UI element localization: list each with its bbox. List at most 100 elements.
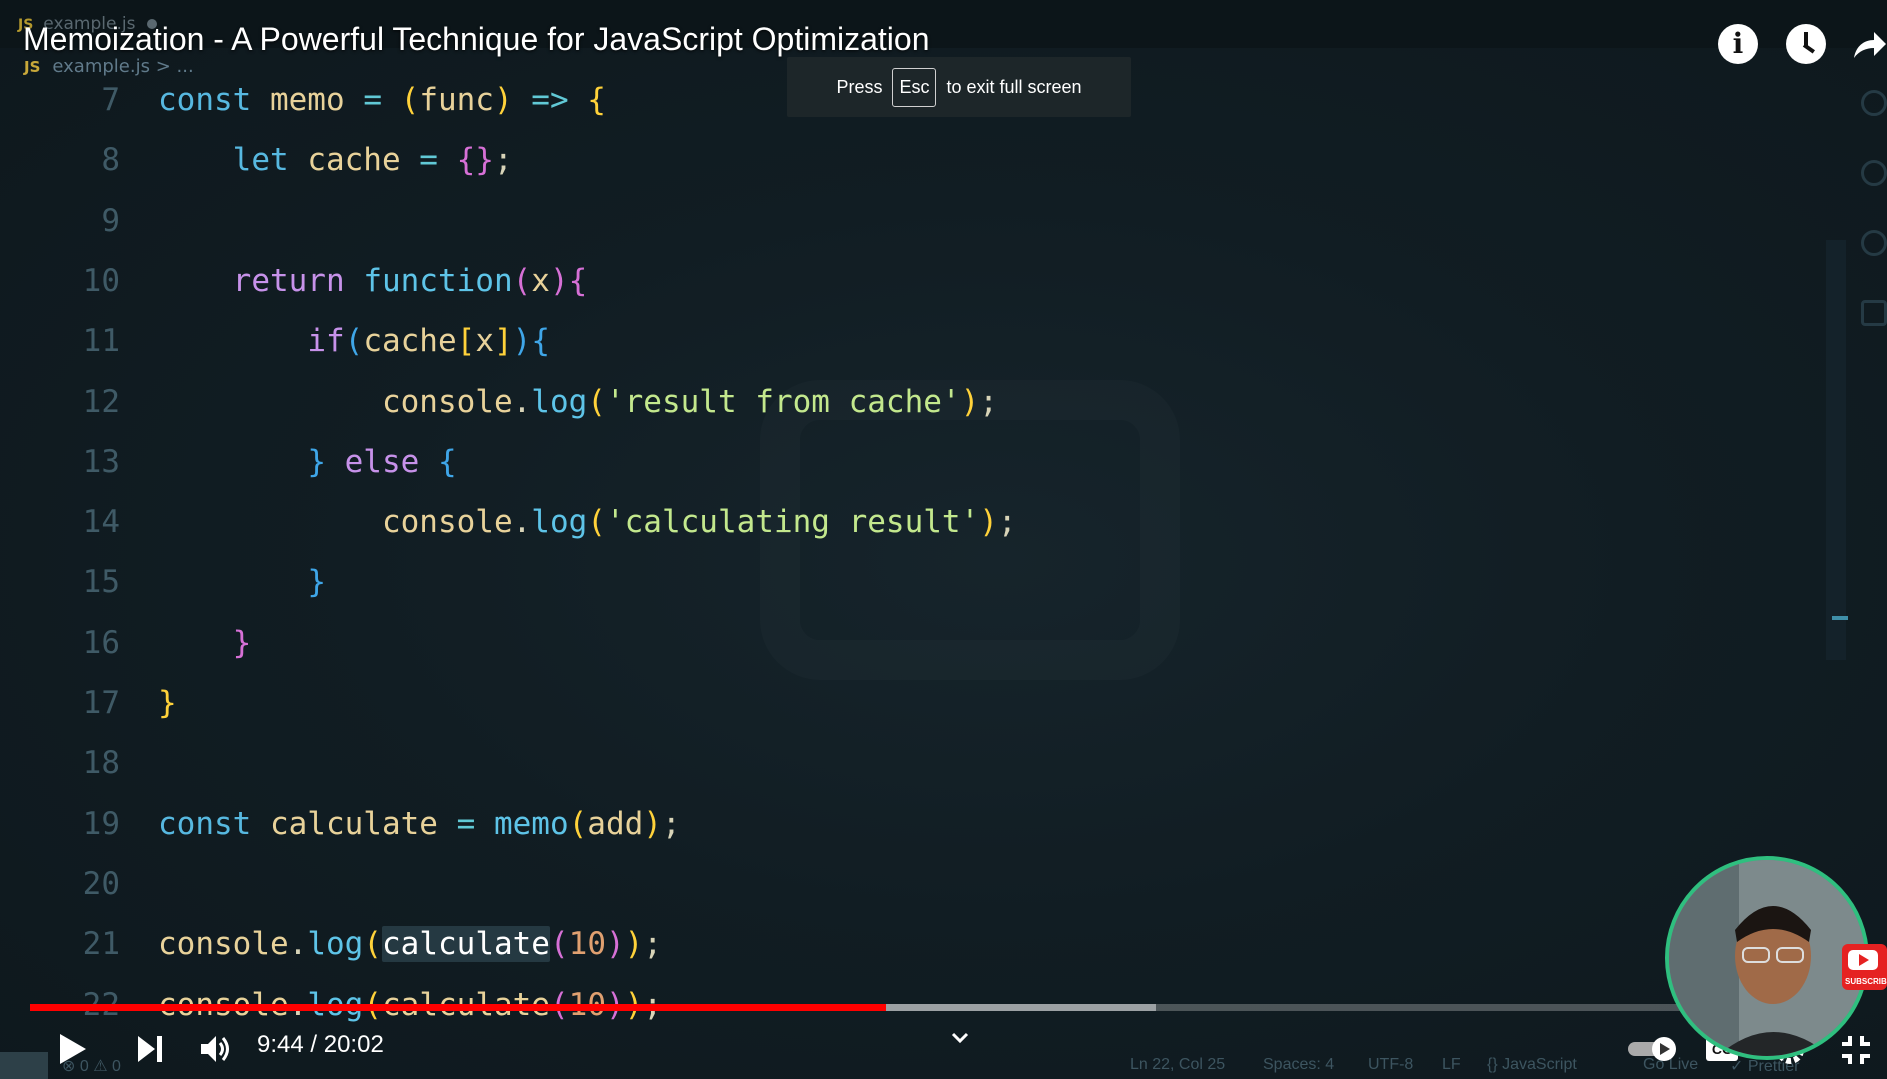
code-token: else bbox=[344, 443, 438, 480]
code-token: { bbox=[437, 443, 457, 480]
code-token: function bbox=[363, 262, 513, 299]
code-token: { bbox=[531, 323, 550, 360]
code-line[interactable]: 17} bbox=[0, 673, 1830, 733]
code-token: memo bbox=[493, 805, 569, 842]
scrollbar-track[interactable] bbox=[1826, 240, 1846, 660]
activity-bar bbox=[1847, 60, 1887, 360]
debug-icon[interactable] bbox=[1861, 230, 1887, 256]
code-token: . bbox=[288, 926, 308, 963]
fullscreen-toast: Press Esc to exit full screen bbox=[787, 57, 1131, 117]
code-token: 'calculating result' bbox=[605, 504, 980, 541]
code-token: ( bbox=[344, 323, 364, 360]
esc-key-badge: Esc bbox=[892, 67, 937, 107]
code-token: ( bbox=[587, 504, 606, 541]
code-token: } bbox=[158, 685, 177, 721]
code-token: ( bbox=[363, 926, 382, 963]
line-source: return function(x){ bbox=[158, 251, 588, 311]
code-token: ; bbox=[643, 926, 662, 963]
code-line[interactable]: 18 bbox=[0, 733, 1830, 793]
code-token: ) bbox=[979, 504, 998, 541]
code-line[interactable]: 10 return function(x){ bbox=[0, 251, 1830, 311]
code-line[interactable]: 19 const calculate = memo(add); bbox=[0, 794, 1830, 854]
progress-bar[interactable] bbox=[30, 1004, 1790, 1011]
code-token: = bbox=[363, 82, 401, 118]
code-token: ( bbox=[512, 262, 532, 299]
line-source: } bbox=[158, 673, 177, 733]
code-token: ) bbox=[643, 805, 662, 842]
code-token: x bbox=[475, 323, 494, 360]
code-token: func bbox=[419, 82, 494, 118]
code-token: ( bbox=[400, 82, 420, 118]
info-icon[interactable]: i bbox=[1718, 24, 1758, 64]
code-token: log bbox=[307, 926, 364, 963]
exit-fullscreen-icon[interactable] bbox=[1840, 1034, 1872, 1066]
line-number: 18 bbox=[82, 745, 120, 782]
code-token: console bbox=[381, 383, 513, 420]
clock-icon[interactable] bbox=[1786, 24, 1826, 64]
code-token: ] bbox=[493, 323, 513, 360]
search-icon[interactable] bbox=[1861, 90, 1887, 116]
code-token: memo bbox=[269, 82, 364, 118]
code-line[interactable]: 9 bbox=[0, 191, 1830, 251]
code-line[interactable]: 16 } bbox=[0, 613, 1830, 673]
line-number: 15 bbox=[82, 564, 120, 601]
line-number: 14 bbox=[82, 504, 120, 541]
code-line[interactable]: 13 } else { bbox=[0, 432, 1830, 492]
next-icon[interactable] bbox=[136, 1034, 164, 1064]
line-number: 17 bbox=[82, 685, 120, 721]
code-token: let bbox=[232, 142, 308, 179]
code-token: 10 bbox=[568, 926, 606, 963]
line-source: console.log('calculating result'); bbox=[158, 492, 1017, 552]
code-token: ) bbox=[960, 383, 980, 420]
code-token: ; bbox=[661, 805, 681, 842]
code-line[interactable]: 20 bbox=[0, 854, 1830, 914]
code-token: x bbox=[531, 262, 550, 299]
line-number: 9 bbox=[101, 202, 120, 239]
code-editor: JS example.js JS example.js > ... 7 const m… bbox=[0, 0, 1887, 1079]
channel-avatar-overlay[interactable] bbox=[1665, 856, 1869, 1060]
line-number: 20 bbox=[82, 865, 120, 902]
video-title[interactable]: Memoization - A Powerful Technique for J… bbox=[23, 21, 930, 58]
toast-suffix-text: to exit full screen bbox=[946, 76, 1082, 97]
chevron-down-icon[interactable] bbox=[951, 1032, 969, 1044]
code-token: ( bbox=[587, 383, 606, 420]
code-token: => bbox=[512, 82, 588, 118]
code-line[interactable]: 8 let cache = {}; bbox=[0, 130, 1830, 190]
autoplay-toggle[interactable] bbox=[1626, 1036, 1680, 1062]
code-token: cache bbox=[307, 142, 420, 179]
code-token: log bbox=[531, 383, 588, 420]
source-control-icon[interactable] bbox=[1861, 160, 1887, 186]
code-token: { bbox=[587, 82, 606, 118]
code-token: } bbox=[232, 624, 252, 661]
line-number: 10 bbox=[82, 262, 120, 299]
code-token: ) bbox=[512, 323, 532, 360]
line-source: const calculate = memo(add); bbox=[158, 794, 681, 854]
code-line[interactable]: 11 if(cache[x]){ bbox=[0, 311, 1830, 371]
code-token: = bbox=[419, 142, 457, 179]
toast-press-text: Press bbox=[836, 76, 883, 97]
extensions-icon[interactable] bbox=[1861, 300, 1887, 326]
code-token: add bbox=[587, 805, 644, 842]
code-line[interactable]: 21 console.log(calculate(10)); bbox=[0, 914, 1830, 974]
code-token: log bbox=[531, 504, 588, 541]
youtube-play-icon bbox=[1848, 950, 1878, 970]
code-line[interactable]: 15 } bbox=[0, 552, 1830, 612]
code-token: ; bbox=[979, 383, 998, 420]
line-source: let cache = {}; bbox=[158, 130, 513, 190]
code-token: ) bbox=[605, 926, 625, 963]
play-icon[interactable] bbox=[58, 1032, 88, 1066]
volume-icon[interactable] bbox=[199, 1033, 233, 1065]
line-number: 16 bbox=[82, 624, 120, 661]
code-line[interactable]: 14 console.log('calculating result'); bbox=[0, 492, 1830, 552]
code-token: ) bbox=[493, 82, 513, 118]
code-line[interactable]: 12 console.log('result from cache'); bbox=[0, 372, 1830, 432]
line-number: 13 bbox=[82, 443, 120, 480]
code-token: [ bbox=[456, 323, 476, 360]
code-token: ; bbox=[997, 504, 1017, 541]
share-icon[interactable] bbox=[1850, 24, 1887, 64]
